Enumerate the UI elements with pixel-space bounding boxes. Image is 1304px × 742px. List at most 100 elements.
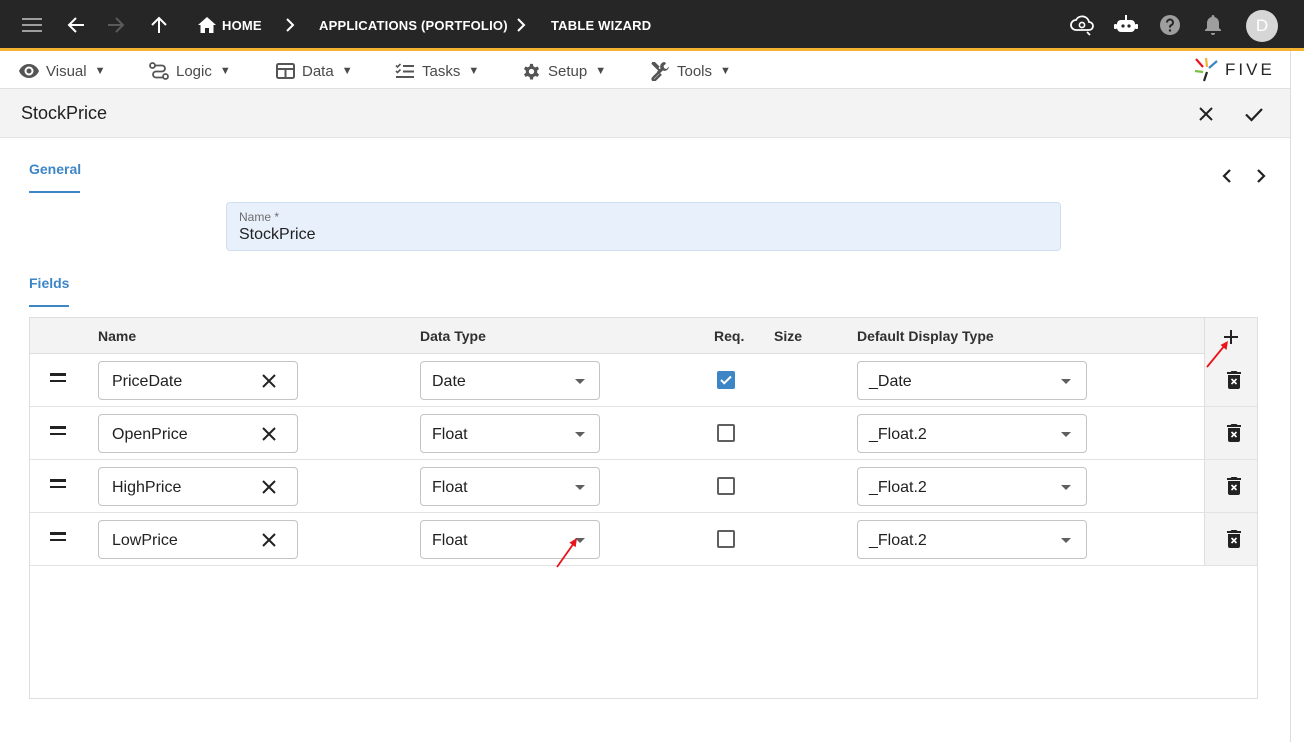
five-logo-icon: [1194, 57, 1218, 82]
chevron-right-icon: [1257, 169, 1266, 183]
drag-handle-icon[interactable]: [50, 479, 68, 493]
data-type-select[interactable]: Float: [420, 467, 600, 506]
column-header-display-type: Default Display Type: [857, 328, 994, 344]
chatbot-icon[interactable]: [1113, 12, 1139, 38]
required-checkbox[interactable]: [717, 371, 735, 389]
help-icon[interactable]: [1157, 12, 1183, 38]
plus-icon: [1224, 330, 1238, 344]
field-row: HighPrice Float _Float.2: [30, 460, 1257, 513]
forward-arrow-icon[interactable]: [103, 12, 129, 38]
menu-setup[interactable]: Setup ▼: [522, 60, 606, 82]
close-icon: [262, 480, 276, 494]
name-field[interactable]: Name *: [226, 202, 1061, 251]
required-checkbox[interactable]: [717, 477, 735, 495]
five-logo: FIVE: [1193, 57, 1275, 83]
hamburger-menu-icon[interactable]: [19, 12, 45, 38]
required-checkbox[interactable]: [717, 424, 735, 442]
dropdown-arrow-icon: [575, 485, 585, 490]
breadcrumb-home[interactable]: HOME: [222, 18, 262, 33]
fields-grid-header: Name Data Type Req. Size Default Display…: [30, 318, 1257, 354]
table-icon: [276, 63, 295, 79]
previous-page-button[interactable]: [1216, 164, 1238, 188]
close-icon: [262, 533, 276, 547]
user-avatar[interactable]: D: [1246, 10, 1278, 42]
dropdown-arrow-icon: [1061, 485, 1071, 490]
display-type-select[interactable]: _Float.2: [857, 520, 1087, 559]
close-icon: [262, 374, 276, 388]
clear-field-name-button[interactable]: [257, 369, 281, 393]
home-icon[interactable]: [194, 12, 220, 38]
delete-row-button[interactable]: [1223, 368, 1245, 392]
field-row: OpenPrice Float _Float.2: [30, 407, 1257, 460]
right-scrollbar-track[interactable]: [1290, 51, 1304, 742]
drag-handle-icon[interactable]: [50, 532, 68, 546]
eye-icon: [19, 64, 39, 78]
menu-data[interactable]: Data ▼: [276, 60, 353, 82]
trash-icon: [1227, 477, 1241, 495]
data-type-select[interactable]: Float: [420, 414, 600, 453]
clear-field-name-button[interactable]: [257, 475, 281, 499]
save-confirm-button[interactable]: [1241, 101, 1267, 127]
cancel-close-button[interactable]: [1193, 101, 1219, 127]
delete-row-button[interactable]: [1223, 421, 1245, 445]
field-name-input[interactable]: PriceDate: [98, 361, 298, 400]
trash-icon: [1227, 530, 1241, 548]
menu-tasks[interactable]: Tasks ▼: [395, 60, 479, 82]
logic-flow-icon: [149, 62, 169, 80]
add-field-button[interactable]: [1218, 324, 1244, 350]
display-type-select[interactable]: _Date: [857, 361, 1087, 400]
column-header-req: Req.: [714, 328, 745, 344]
top-app-bar: HOME APPLICATIONS (PORTFOLIO) TABLE WIZA…: [0, 0, 1304, 51]
tab-general[interactable]: General: [29, 161, 81, 177]
chevron-right-icon: [282, 16, 298, 34]
dropdown-arrow-icon: [575, 379, 585, 384]
field-name-input[interactable]: HighPrice: [98, 467, 298, 506]
dropdown-arrow-icon: [1061, 432, 1071, 437]
tab-fields[interactable]: Fields: [29, 275, 69, 291]
cloud-sync-icon[interactable]: [1069, 12, 1095, 38]
trash-icon: [1227, 424, 1241, 442]
tasks-checklist-icon: [395, 63, 414, 78]
next-page-button[interactable]: [1250, 164, 1272, 188]
dropdown-arrow-icon: [575, 538, 585, 543]
main-menu-bar: Visual ▼ Logic ▼ Data ▼ Tasks ▼ Setup ▼ Tools…: [0, 51, 1304, 89]
menu-visual[interactable]: Visual ▼: [19, 60, 105, 82]
data-type-select[interactable]: Float: [420, 520, 600, 559]
column-header-data-type: Data Type: [420, 328, 486, 344]
close-icon: [1199, 107, 1213, 121]
display-type-select[interactable]: _Float.2: [857, 414, 1087, 453]
menu-tools[interactable]: Tools ▼: [650, 60, 731, 82]
clear-field-name-button[interactable]: [257, 422, 281, 446]
field-row: PriceDate Date _Date: [30, 354, 1257, 407]
five-logo-text: FIVE: [1225, 60, 1275, 79]
up-arrow-icon[interactable]: [146, 12, 172, 38]
delete-row-button[interactable]: [1223, 527, 1245, 551]
check-icon: [1245, 108, 1263, 122]
required-checkbox[interactable]: [717, 530, 735, 548]
chevron-left-icon: [1222, 169, 1231, 183]
data-type-select[interactable]: Date: [420, 361, 600, 400]
display-type-select[interactable]: _Float.2: [857, 467, 1087, 506]
form-title: StockPrice: [21, 103, 108, 123]
dropdown-arrow-icon: [1061, 379, 1071, 384]
tools-wrench-icon: [651, 62, 669, 81]
column-header-name: Name: [98, 328, 137, 344]
drag-handle-icon[interactable]: [50, 426, 68, 440]
menu-logic[interactable]: Logic ▼: [149, 60, 231, 82]
fields-grid: Name Data Type Req. Size Default Display…: [29, 317, 1258, 699]
breadcrumb-table-wizard: TABLE WIZARD: [551, 18, 652, 33]
field-name-input[interactable]: OpenPrice: [98, 414, 298, 453]
field-name-input[interactable]: LowPrice: [98, 520, 298, 559]
form-content: General Name * Fields Name Data Type Req…: [0, 138, 1290, 742]
name-input[interactable]: [239, 226, 1039, 244]
name-field-label: Name *: [239, 210, 280, 224]
drag-handle-icon[interactable]: [50, 373, 68, 387]
clear-field-name-button[interactable]: [257, 528, 281, 552]
delete-row-button[interactable]: [1223, 474, 1245, 498]
breadcrumb-applications[interactable]: APPLICATIONS (PORTFOLIO): [319, 18, 508, 33]
notifications-bell-icon[interactable]: [1200, 12, 1226, 38]
trash-icon: [1227, 371, 1241, 389]
back-arrow-icon[interactable]: [63, 12, 89, 38]
tab-fields-underline: [29, 305, 69, 307]
dropdown-arrow-icon: [1061, 538, 1071, 543]
